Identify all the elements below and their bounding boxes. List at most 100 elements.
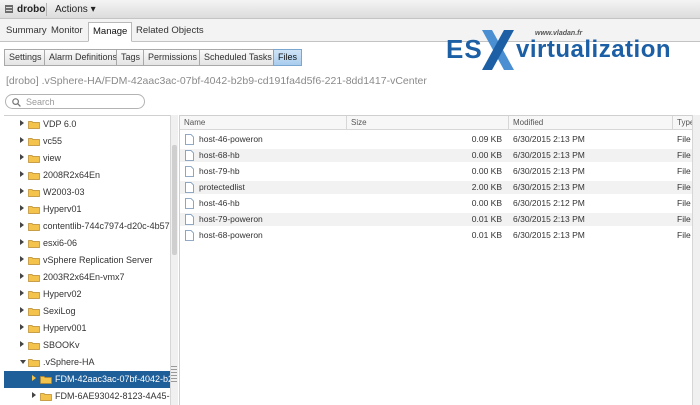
tree-item[interactable]: VDP 6.0 — [4, 116, 170, 133]
cell-type: File — [677, 166, 691, 176]
table-row[interactable]: host-68-hb 0.00 KB 6/30/2015 2:13 PM File — [180, 149, 693, 162]
tree-item[interactable]: view — [4, 150, 170, 167]
tree-item-label: vSphere Replication Server — [43, 255, 153, 265]
tree-item-label: SBOOKv — [43, 340, 80, 350]
table-row[interactable]: host-46-hb 0.00 KB 6/30/2015 2:12 PM File — [180, 197, 693, 210]
tab-related-objects[interactable]: Related Objects — [132, 22, 208, 42]
caret-right-icon[interactable] — [20, 205, 24, 211]
caret-right-icon[interactable] — [20, 256, 24, 262]
caret-right-icon[interactable] — [20, 341, 24, 347]
search-input[interactable] — [26, 96, 138, 107]
tree-item-label: vc55 — [43, 136, 63, 146]
table-row[interactable]: host-46-poweron 0.09 KB 6/30/2015 2:13 PM F… — [180, 133, 693, 146]
caret-down-icon[interactable] — [20, 360, 26, 364]
column-header-modified[interactable]: Modified — [509, 116, 673, 130]
cell-size: 0.01 KB — [471, 230, 502, 240]
cell-size: 0.00 KB — [471, 150, 502, 160]
caret-right-icon[interactable] — [20, 273, 24, 279]
table-row[interactable]: host-68-poweron 0.01 KB 6/30/2015 2:13 PM F… — [180, 229, 693, 242]
tree-item[interactable]: contentlib-744c7974-d20c-4b57-a — [4, 218, 170, 235]
cell-modified: 6/30/2015 2:13 PM — [513, 182, 585, 192]
subtab-alarm-definitions[interactable]: Alarm Definitions — [44, 49, 123, 66]
folder-icon — [28, 274, 40, 282]
caret-right-icon[interactable] — [32, 392, 36, 398]
tree-item[interactable]: Hyperv02 — [4, 286, 170, 303]
column-header-size[interactable]: Size — [347, 116, 509, 130]
subtab-scheduled-tasks[interactable]: Scheduled Tasks — [199, 49, 277, 66]
caret-right-icon[interactable] — [20, 324, 24, 330]
chevron-down-icon: ▾ — [90, 4, 96, 15]
subtab-permissions[interactable]: Permissions — [143, 49, 203, 66]
cell-modified: 6/30/2015 2:13 PM — [513, 214, 585, 224]
table-row[interactable]: host-79-poweron 0.01 KB 6/30/2015 2:13 PM F… — [180, 213, 693, 226]
cell-type: File — [677, 150, 691, 160]
table-row[interactable]: protectedlist 2.00 KB 6/30/2015 2:13 PM Fil… — [180, 181, 693, 194]
tree-item[interactable]: SexiLog — [4, 303, 170, 320]
caret-right-icon[interactable] — [20, 137, 24, 143]
caret-right-icon[interactable] — [20, 171, 24, 177]
caret-right-icon[interactable] — [20, 154, 24, 160]
tab-monitor[interactable]: Monitor — [47, 22, 87, 42]
tree-scrollbar-thumb[interactable] — [172, 145, 177, 255]
tree-item-label: Hyperv02 — [43, 289, 82, 299]
tree-item-label: Hyperv001 — [43, 323, 87, 333]
folder-icon — [28, 257, 40, 265]
panel-resize-handle[interactable] — [171, 366, 177, 384]
grid-scrollbar[interactable] — [692, 115, 700, 405]
cell-modified: 6/30/2015 2:12 PM — [513, 198, 585, 208]
tree-item[interactable]: Hyperv01 — [4, 201, 170, 218]
actions-menu[interactable]: Actions ▾ — [55, 4, 96, 15]
subtab-files[interactable]: Files — [273, 49, 303, 66]
cell-name: host-46-hb — [199, 198, 240, 208]
cell-size: 0.00 KB — [471, 198, 502, 208]
folder-icon — [28, 155, 40, 163]
caret-right-icon[interactable] — [32, 375, 36, 381]
object-name: drobo — [17, 4, 46, 15]
watermark-logo: www.vladan.fr ES virtualization — [438, 24, 700, 74]
tree-item[interactable]: .vSphere-HA — [4, 354, 170, 371]
tree-item[interactable]: esxi6-06 — [4, 235, 170, 252]
folder-tree: VDP 6.0 vc55 view 2008R2x64En W2003-03 Hyperv… — [4, 115, 170, 405]
folder-icon — [28, 291, 40, 299]
file-grid: Name Size Modified Type host-46-poweron 0… — [179, 115, 694, 405]
caret-right-icon[interactable] — [20, 188, 24, 194]
tree-item[interactable]: FDM-42aac3ac-07bf-4042-b2b9 — [4, 371, 170, 388]
tab-manage[interactable]: Manage — [88, 22, 133, 42]
file-icon — [185, 166, 194, 177]
tree-item-label: SexiLog — [43, 306, 76, 316]
object-titlebar: drobo Actions ▾ — [0, 0, 700, 19]
search-box — [5, 94, 145, 109]
caret-right-icon[interactable] — [20, 290, 24, 296]
tree-item[interactable]: Hyperv001 — [4, 320, 170, 337]
tree-item[interactable]: 2003R2x64En-vmx7 — [4, 269, 170, 286]
caret-right-icon[interactable] — [20, 120, 24, 126]
tree-item[interactable]: W2003-03 — [4, 184, 170, 201]
caret-right-icon[interactable] — [20, 239, 24, 245]
subtab-tags[interactable]: Tags — [116, 49, 146, 66]
tree-item[interactable]: vSphere Replication Server — [4, 252, 170, 269]
tree-item[interactable]: vc55 — [4, 133, 170, 150]
logo-x-icon — [482, 30, 514, 70]
column-header-name[interactable]: Name — [180, 116, 347, 130]
cell-type: File — [677, 134, 691, 144]
folder-icon — [28, 121, 40, 129]
watermark-es: ES — [446, 34, 483, 64]
tree-item-label: view — [43, 153, 62, 163]
folder-icon — [28, 342, 40, 350]
tree-item-label: .vSphere-HA — [43, 357, 95, 367]
tree-item[interactable]: 2008R2x64En — [4, 167, 170, 184]
folder-icon — [28, 359, 40, 367]
tree-scrollbar[interactable] — [170, 115, 178, 405]
tree-item[interactable]: SBOOKv — [4, 337, 170, 354]
table-row[interactable]: host-79-hb 0.00 KB 6/30/2015 2:13 PM File — [180, 165, 693, 178]
cell-modified: 6/30/2015 2:13 PM — [513, 150, 585, 160]
tree-item-label: FDM-6AE93042-8123-4A45-91 — [55, 391, 170, 401]
tree-item[interactable]: FDM-6AE93042-8123-4A45-91 — [4, 388, 170, 405]
subtab-settings[interactable]: Settings — [4, 49, 47, 66]
caret-right-icon[interactable] — [20, 307, 24, 313]
tab-summary[interactable]: Summary — [2, 22, 51, 42]
folder-icon — [28, 223, 40, 231]
folder-icon — [28, 172, 40, 180]
caret-right-icon[interactable] — [20, 222, 24, 228]
column-header-type[interactable]: Type — [673, 116, 694, 130]
